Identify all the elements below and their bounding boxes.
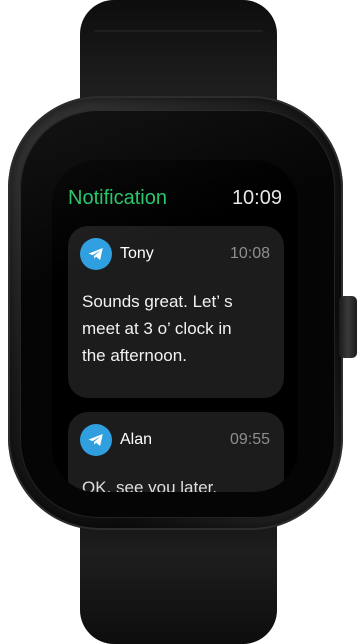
clock-time: 10:09 xyxy=(231,186,282,209)
notification-card[interactable]: Alan 09:55 OK, see you later. xyxy=(68,412,284,492)
notification-header: Alan 09:55 xyxy=(80,424,270,456)
message-time: 10:08 xyxy=(229,245,270,262)
message-text: OK, see you later. xyxy=(82,478,218,492)
telegram-icon xyxy=(80,424,112,456)
sender-name: Tony xyxy=(120,245,154,262)
page-title: Notification xyxy=(68,186,167,209)
sender-name: Alan xyxy=(120,431,153,448)
screen-header: Notification 10:09 xyxy=(68,184,282,212)
watch-screen: Notification 10:09 Tony 10:08 Sounds gre… xyxy=(52,160,298,492)
watch-strap-bottom xyxy=(80,514,277,644)
smartwatch-photo: Notification 10:09 Tony 10:08 Sounds gre… xyxy=(0,0,357,644)
notification-header: Tony 10:08 xyxy=(80,238,270,270)
notification-card[interactable]: Tony 10:08 Sounds great. Let’ s meet at … xyxy=(68,226,284,398)
message-text: Sounds great. Let’ s meet at 3 o’ clock … xyxy=(82,292,233,365)
watch-crown-button[interactable] xyxy=(339,296,357,358)
message-time: 09:55 xyxy=(229,431,270,448)
telegram-icon xyxy=(80,238,112,270)
